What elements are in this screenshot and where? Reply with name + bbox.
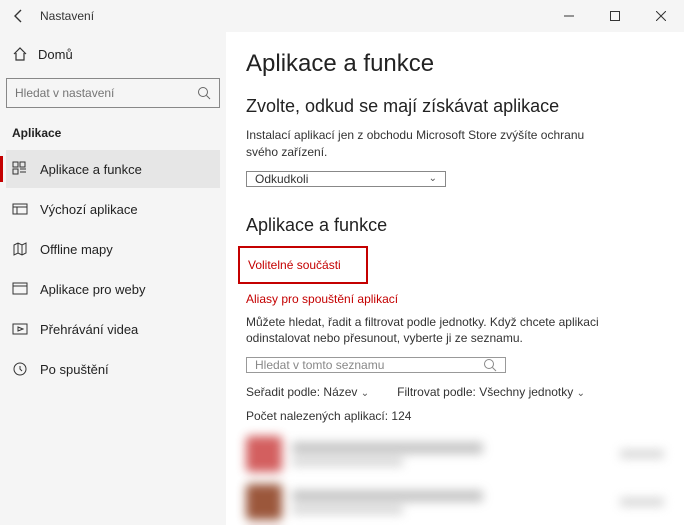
chevron-down-icon: ⌄	[429, 173, 437, 184]
optional-features-link[interactable]: Volitelné součásti	[248, 258, 358, 272]
home-label: Domů	[38, 47, 73, 62]
source-dropdown-value: Odkudkoli	[255, 172, 308, 186]
default-apps-icon	[12, 201, 28, 217]
app-row[interactable]	[246, 481, 664, 523]
sidebar-item-label: Offline mapy	[40, 242, 113, 257]
back-button[interactable]	[6, 3, 32, 29]
settings-search[interactable]	[6, 78, 220, 108]
sidebar: Domů Aplikace Aplikace a funkce Výchozí …	[0, 32, 226, 525]
close-button[interactable]	[638, 0, 684, 32]
sidebar-item-label: Aplikace a funkce	[40, 162, 142, 177]
sort-control[interactable]: Seřadit podle: Název ⌄	[246, 385, 369, 399]
sidebar-item-video-playback[interactable]: Přehrávání videa	[6, 310, 220, 348]
main-content: Aplikace a funkce Zvolte, odkud se mají …	[226, 32, 684, 525]
sort-filter-row: Seřadit podle: Název ⌄ Filtrovat podle: …	[246, 385, 664, 399]
video-icon	[12, 321, 28, 337]
list-description: Můžete hledat, řadit a filtrovat podle j…	[246, 314, 606, 348]
sidebar-item-label: Výchozí aplikace	[40, 202, 138, 217]
source-dropdown[interactable]: Odkudkoli ⌄	[246, 171, 446, 187]
app-list	[246, 433, 664, 525]
maximize-button[interactable]	[592, 0, 638, 32]
filter-control[interactable]: Filtrovat podle: Všechny jednotky ⌄	[397, 385, 585, 399]
sidebar-item-label: Přehrávání videa	[40, 322, 138, 337]
highlight-box: Volitelné součásti	[238, 246, 368, 284]
arrow-left-icon	[11, 8, 27, 24]
apps-section-heading: Aplikace a funkce	[246, 215, 664, 236]
startup-icon	[12, 361, 28, 377]
source-heading: Zvolte, odkud se mají získávat aplikace	[246, 96, 664, 117]
sidebar-item-apps-features[interactable]: Aplikace a funkce	[6, 150, 220, 188]
sidebar-item-label: Po spuštění	[40, 362, 109, 377]
maximize-icon	[610, 11, 620, 21]
minimize-button[interactable]	[546, 0, 592, 32]
app-row[interactable]	[246, 433, 664, 475]
page-title: Aplikace a funkce	[246, 50, 664, 78]
app-list-search[interactable]: Hledat v tomto seznamu	[246, 357, 506, 373]
source-description: Instalací aplikací jen z obchodu Microso…	[246, 127, 606, 161]
minimize-icon	[564, 11, 574, 21]
sidebar-item-offline-maps[interactable]: Offline mapy	[6, 230, 220, 268]
search-icon	[197, 86, 211, 100]
apps-icon	[12, 161, 28, 177]
sidebar-item-startup[interactable]: Po spuštění	[6, 350, 220, 388]
home-button[interactable]: Domů	[6, 36, 220, 72]
sidebar-item-apps-for-web[interactable]: Aplikace pro weby	[6, 270, 220, 308]
web-apps-icon	[12, 281, 28, 297]
chevron-down-icon: ⌄	[361, 388, 369, 399]
home-icon	[12, 46, 28, 62]
app-count: Počet nalezených aplikací: 124	[246, 409, 664, 423]
app-list-search-placeholder: Hledat v tomto seznamu	[255, 358, 384, 372]
sidebar-section-label: Aplikace	[6, 118, 220, 150]
search-icon	[483, 358, 497, 372]
close-icon	[656, 11, 666, 21]
sidebar-nav: Aplikace a funkce Výchozí aplikace Offli…	[6, 150, 220, 390]
map-icon	[12, 241, 28, 257]
titlebar: Nastavení	[0, 0, 684, 32]
settings-search-input[interactable]	[15, 86, 197, 100]
chevron-down-icon: ⌄	[577, 388, 585, 399]
window-buttons	[546, 0, 684, 32]
sidebar-item-label: Aplikace pro weby	[40, 282, 146, 297]
window-title: Nastavení	[40, 9, 94, 23]
sidebar-item-default-apps[interactable]: Výchozí aplikace	[6, 190, 220, 228]
app-aliases-link[interactable]: Aliasy pro spouštění aplikací	[246, 292, 664, 306]
